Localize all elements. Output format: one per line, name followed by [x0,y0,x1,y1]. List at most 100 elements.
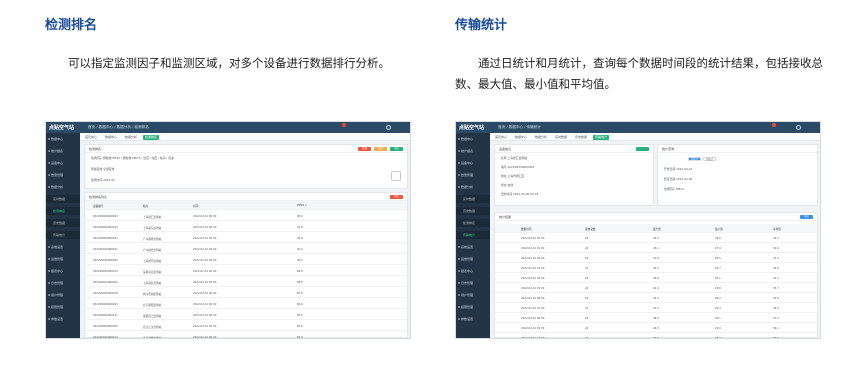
sidebar-item[interactable]: 实时数据 [456,195,490,203]
column-header[interactable]: 平均值 [773,227,781,231]
query-tab[interactable]: 月统计 [703,157,716,161]
table-cell: 87.0 [297,292,303,295]
sidebar-item[interactable]: 数据中心 [46,135,80,143]
sidebar-item[interactable]: 用户管理 [456,291,490,299]
tab-item[interactable]: 数据中心 [513,135,529,140]
user-avatar-icon[interactable] [386,125,391,130]
table-row[interactable]: 2022-02-01 04:00 24 39.6 25.1 32.1 [495,274,817,283]
sidebar-item[interactable]: 传输统计 [456,231,490,239]
table-row[interactable]: 202206040060004 北京朝阳监测站 2022-02-01 00:00 86… [85,300,407,309]
query-row[interactable]: 开始日期 2022-02-01 [664,167,692,171]
tab-item[interactable]: 历史数据 [573,135,589,140]
column-header[interactable]: 数据时间 [521,227,531,231]
sidebar-item[interactable]: 历史数据 [456,207,490,215]
query-row[interactable]: 监测因子 PM10 [664,187,684,191]
sidebar-item[interactable]: 参数设置 [456,315,490,323]
sidebar-item[interactable]: 日志管理 [456,279,490,287]
query-row[interactable]: 结束日期 2022-02-06 [664,177,692,181]
sidebar-item[interactable]: 告警管理 [46,171,80,179]
column-header[interactable]: PM10 ↓ [297,204,307,207]
table-cell: 2022-02-01 00:00 [193,215,217,218]
sidebar-item[interactable]: 数据分析 [46,183,80,191]
locate-button[interactable] [636,147,649,151]
action-button[interactable]: 重置 [374,147,387,151]
sidebar-item[interactable]: 日志管理 [46,279,80,287]
query-tab[interactable]: 日统计 [688,157,701,161]
column-header[interactable]: 最小值 [715,227,723,231]
table-row[interactable]: 2022-02-01 09:00 24 46.5 29.0 36.1 [495,324,817,333]
table-row[interactable]: 202206040060007 广州番禺监测站 2022-02-01 00:00 92… [85,234,407,243]
sidebar-item[interactable]: 告警管理 [456,171,490,179]
sidebar-item[interactable]: 历史数据 [46,219,80,227]
table-row[interactable]: 2022-02-01 08:00 24 48.8 30.1 37.2 [495,314,817,323]
sidebar-item[interactable]: 设备中心 [456,159,490,167]
table-row[interactable]: 2022-02-01 05:00 24 42.4 26.8 33.7 [495,284,817,293]
sidebar-item[interactable]: 权限管理 [456,303,490,311]
sidebar-item[interactable]: 检测排名 [46,207,80,215]
table-row[interactable]: 2022-02-01 01:00 24 43.1 27.9 34.6 [495,244,817,253]
tab-item[interactable]: 传输统计 [593,134,610,140]
column-header[interactable]: 时间 [193,204,198,208]
table-row[interactable]: 202206040060009 上海闵行监测站 2022-02-01 00:00 90… [85,256,407,265]
table-cell: 2022-02-01 00:00 [193,226,217,229]
sidebar-item[interactable]: 传输统计 [46,231,80,239]
table-row[interactable]: 2022-02-01 06:00 24 44.9 28.2 35.0 [495,294,817,303]
filter-row[interactable]: 监测因子 颗粒物 PM10 / 颗粒物 PM2.5 / 温度 / 湿度 / 噪声… [91,156,174,160]
user-avatar-icon[interactable] [796,125,801,130]
tab-item[interactable]: 首页中心 [83,135,99,140]
column-header[interactable]: 最大值 [653,227,661,231]
table-row[interactable]: 2022-02-01 03:00 24 40.2 25.7 32.8 [495,264,817,273]
table-row[interactable]: 2022-02-01 10:00 24 45.0 28.3 35.5 [495,334,817,338]
sidebar-item[interactable]: 数据中心 [456,135,490,143]
sidebar-item[interactable]: 系统设置 [46,243,80,251]
tab-item[interactable]: 实时数据 [553,135,569,140]
sidebar-item[interactable]: 报表中心 [456,267,490,275]
table-row[interactable]: 202206040060011 成都锦江监测站 2022-02-01 00:00 85… [85,311,407,320]
sidebar-item[interactable]: 设备中心 [46,159,80,167]
sidebar-item[interactable]: 运维管理 [456,255,490,263]
tab-item[interactable]: 数据分析 [123,135,139,140]
sidebar-item[interactable]: 权限管理 [46,303,80,311]
sidebar-item[interactable]: 数据分析 [456,183,490,191]
sidebar-item[interactable]: 统计报表 [456,147,490,155]
column-header[interactable]: 站点 [143,204,148,208]
action-button[interactable]: 导出 [390,147,403,151]
tab-item[interactable]: 数据中心 [103,135,119,140]
table-row[interactable]: 2022-02-01 02:00 24 41.8 26.5 33.9 [495,254,817,263]
sidebar-item[interactable]: 用户管理 [46,291,80,299]
table-cell: 24 [585,327,589,330]
table-row[interactable]: 202206040060006 武汉江汉监测站 2022-02-01 00:00 84… [85,322,407,331]
sidebar-item[interactable]: 系统设置 [456,243,490,251]
action-button[interactable]: 查询 [358,147,371,151]
result-table-title: 统计结果 [495,213,817,221]
table-row[interactable]: 202206040060018 杭州西湖监测站 2022-02-01 00:00 87… [85,289,407,298]
table-cell: 43.1 [653,247,659,250]
export-button[interactable]: 导出 [800,215,813,219]
table-cell: 202206040060021 [93,248,118,251]
table-row[interactable]: 202206040060013 南京鼓楼监测站 2022-02-01 00:00 83… [85,333,407,338]
tab-item[interactable]: 数据分析 [533,135,549,140]
table-row[interactable]: 202206040060012 上海浦东监测站 2022-02-01 00:00 93… [85,223,407,232]
table-row[interactable]: 2022-02-01 00:00 24 45.3 28.6 35.2 [495,234,817,243]
sidebar-item[interactable]: 报表中心 [46,267,80,275]
table-row[interactable]: 202206040060021 广州越秀监测站 2022-02-01 00:00 91… [85,245,407,254]
table-row[interactable]: 202206040060003 上海徐汇监测站 2022-02-01 00:00 95… [85,212,407,221]
sidebar-item[interactable]: 运维管理 [46,255,80,263]
sidebar-item[interactable]: 统计报表 [46,147,80,155]
calendar-icon[interactable] [391,171,401,181]
filter-row[interactable]: 所属区域 全部区域 [91,167,114,171]
sidebar-item[interactable]: 实时数据 [46,195,80,203]
table-row[interactable]: 2022-02-01 07:00 24 47.3 29.4 36.4 [495,304,817,313]
export-button[interactable]: 导出 [390,195,403,199]
table-row[interactable]: 202206040060002 上海静安监测站 2022-02-01 00:00 88… [85,278,407,287]
filter-row[interactable]: 监测时间 2022-05 [91,178,115,182]
tab-item[interactable]: 检测排名 [143,134,160,140]
tab-item[interactable]: 首页中心 [493,135,509,140]
table-row[interactable]: 202206040060015 深圳南山监测站 2022-02-01 00:00 89… [85,267,407,276]
column-header[interactable]: 设备编号 [93,204,103,208]
sidebar-item[interactable]: 参数设置 [46,315,80,323]
column-header[interactable]: 接收总数 [585,227,595,231]
app-logo: 点贴空气站 [49,125,75,131]
table-cell: 2022-02-01 09:00 [521,327,545,330]
sidebar-item[interactable]: 检测排名 [456,219,490,227]
